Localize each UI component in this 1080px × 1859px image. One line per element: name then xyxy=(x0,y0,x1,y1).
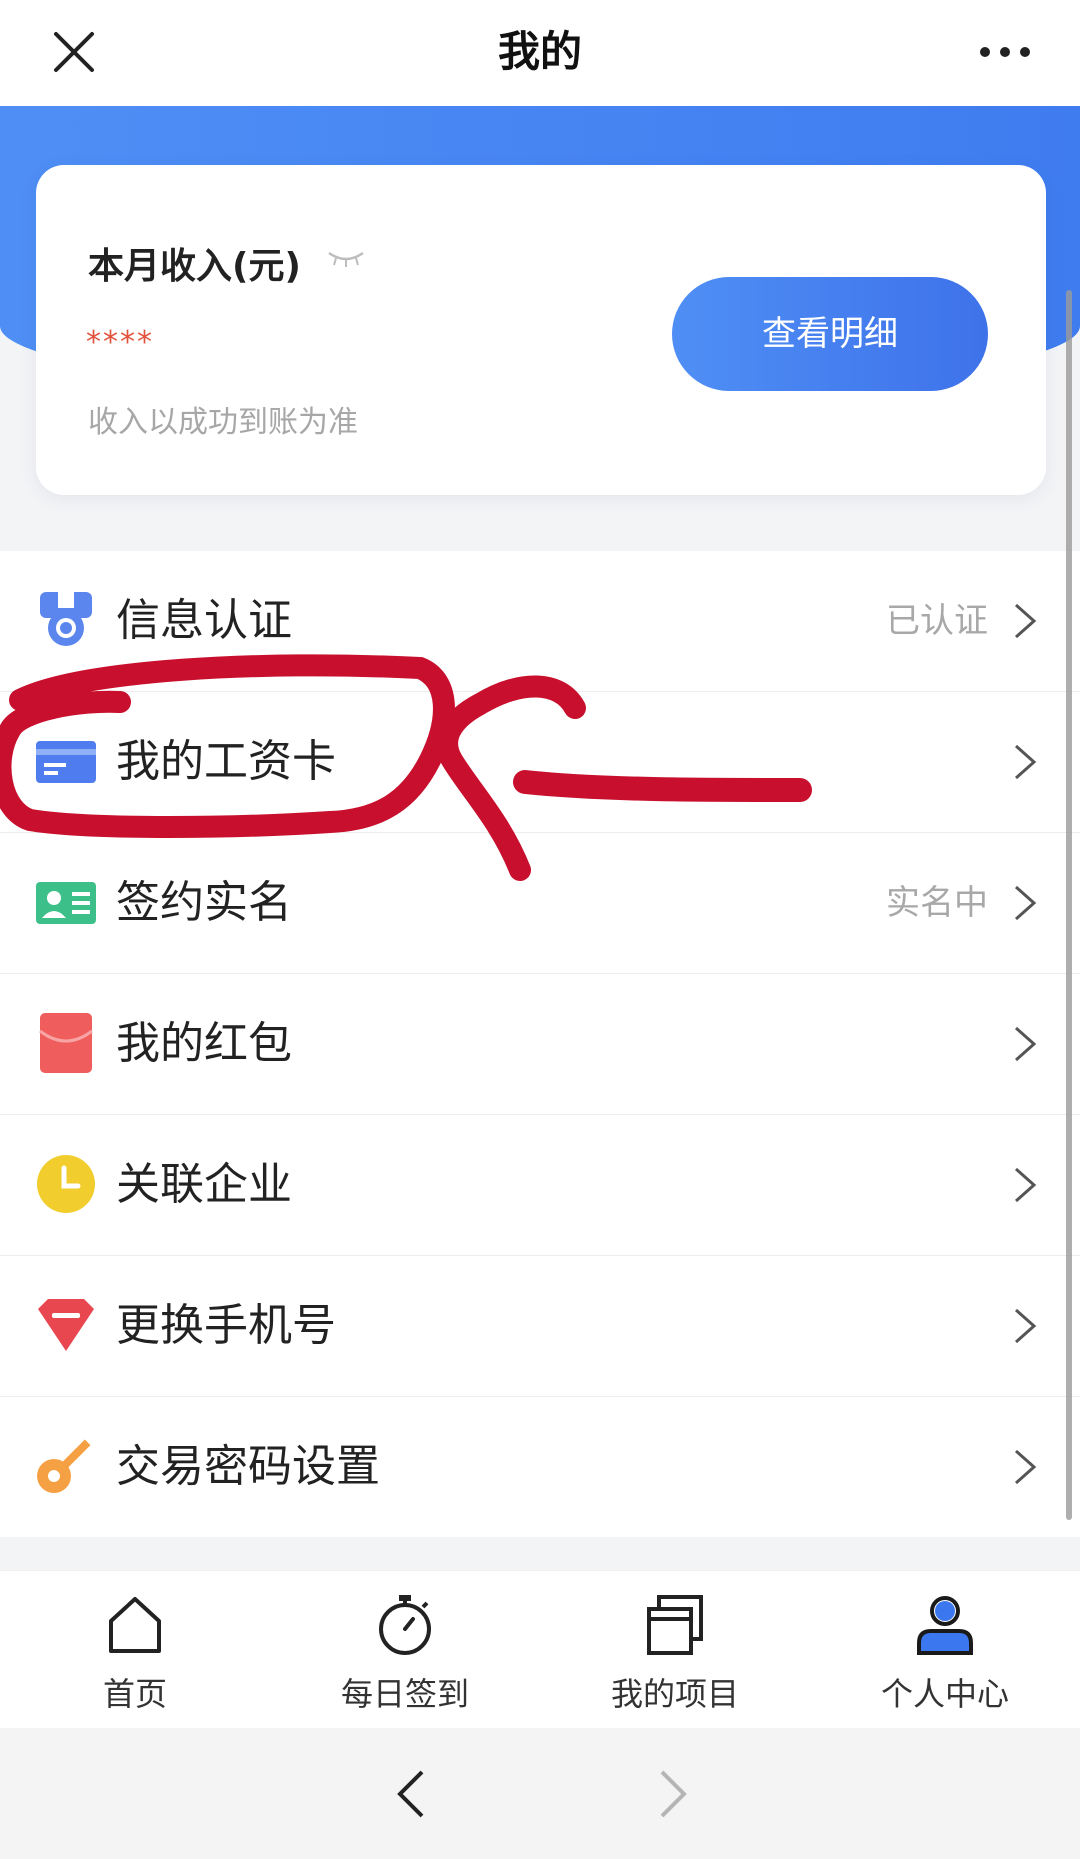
diamond-icon xyxy=(38,1299,94,1351)
menu-item-status: 实名中 xyxy=(886,883,988,923)
tab-home[interactable]: 首页 xyxy=(0,1571,270,1729)
menu-list: 信息认证 已认证 我的工资卡 签约实名 实名中 我的红包 关联企业 更换手机号 … xyxy=(0,551,1080,1537)
income-card: 本月收入(元) **** 收入以成功到账为准 查看明细 xyxy=(36,165,1046,495)
top-bar: 我的 xyxy=(0,0,1080,106)
tab-my-projects[interactable]: 我的项目 xyxy=(540,1571,810,1729)
menu-item-label: 签约实名 xyxy=(116,877,292,928)
back-arrow-icon[interactable] xyxy=(388,1764,434,1824)
chevron-right-icon xyxy=(1015,1167,1037,1203)
income-title: 本月收入(元) xyxy=(88,246,301,287)
tab-label: 每日签到 xyxy=(340,1675,469,1713)
menu-item-label: 关联企业 xyxy=(116,1159,292,1210)
menu-item-linked-enterprise[interactable]: 关联企业 xyxy=(0,1115,1080,1256)
menu-item-label: 交易密码设置 xyxy=(116,1441,380,1492)
red-envelope-icon xyxy=(39,1013,93,1073)
chevron-right-icon xyxy=(1015,1026,1037,1062)
more-icon xyxy=(980,47,1030,57)
view-details-button[interactable]: 查看明细 xyxy=(672,277,988,391)
more-button[interactable] xyxy=(970,22,1040,82)
forward-arrow-icon[interactable] xyxy=(650,1764,696,1824)
clock-icon xyxy=(37,1155,95,1213)
key-icon xyxy=(37,1439,91,1493)
income-value: **** xyxy=(86,325,154,360)
stopwatch-icon xyxy=(379,1595,431,1655)
tab-bar: 首页 每日签到 我的项目 个人中心 xyxy=(0,1570,1080,1729)
badge-icon xyxy=(40,592,92,646)
home-icon xyxy=(109,1597,161,1653)
eye-closed-icon[interactable] xyxy=(326,247,366,271)
card-icon xyxy=(36,741,96,783)
chevron-right-icon xyxy=(1015,885,1037,921)
user-icon xyxy=(917,1596,973,1655)
menu-item-status: 已认证 xyxy=(886,601,988,641)
menu-item-salary-card[interactable]: 我的工资卡 xyxy=(0,692,1080,833)
chevron-right-icon xyxy=(1015,1308,1037,1344)
tab-label: 首页 xyxy=(102,1675,167,1713)
menu-item-sign-real-name[interactable]: 签约实名 实名中 xyxy=(0,833,1080,974)
menu-item-label: 我的工资卡 xyxy=(116,736,336,787)
tab-label: 个人中心 xyxy=(880,1675,1009,1713)
menu-item-label: 我的红包 xyxy=(116,1018,292,1069)
menu-item-label: 信息认证 xyxy=(116,595,292,646)
page-title: 我的 xyxy=(497,27,582,76)
tab-personal-center[interactable]: 个人中心 xyxy=(810,1571,1080,1729)
chevron-right-icon xyxy=(1015,603,1037,639)
projects-icon xyxy=(647,1595,703,1655)
scrollbar[interactable] xyxy=(1066,290,1072,1520)
tab-daily-checkin[interactable]: 每日签到 xyxy=(270,1571,540,1729)
menu-item-label: 更换手机号 xyxy=(116,1300,336,1351)
id-card-icon xyxy=(36,882,96,924)
chevron-right-icon xyxy=(1015,1449,1037,1485)
menu-item-red-envelope[interactable]: 我的红包 xyxy=(0,974,1080,1115)
menu-item-change-phone[interactable]: 更换手机号 xyxy=(0,1256,1080,1397)
tab-label: 我的项目 xyxy=(610,1675,739,1713)
income-note: 收入以成功到账为准 xyxy=(88,405,358,440)
menu-item-transaction-password[interactable]: 交易密码设置 xyxy=(0,1397,1080,1537)
chevron-right-icon xyxy=(1015,744,1037,780)
menu-item-info-verification[interactable]: 信息认证 已认证 xyxy=(0,551,1080,692)
browser-nav-bar xyxy=(0,1728,1080,1859)
